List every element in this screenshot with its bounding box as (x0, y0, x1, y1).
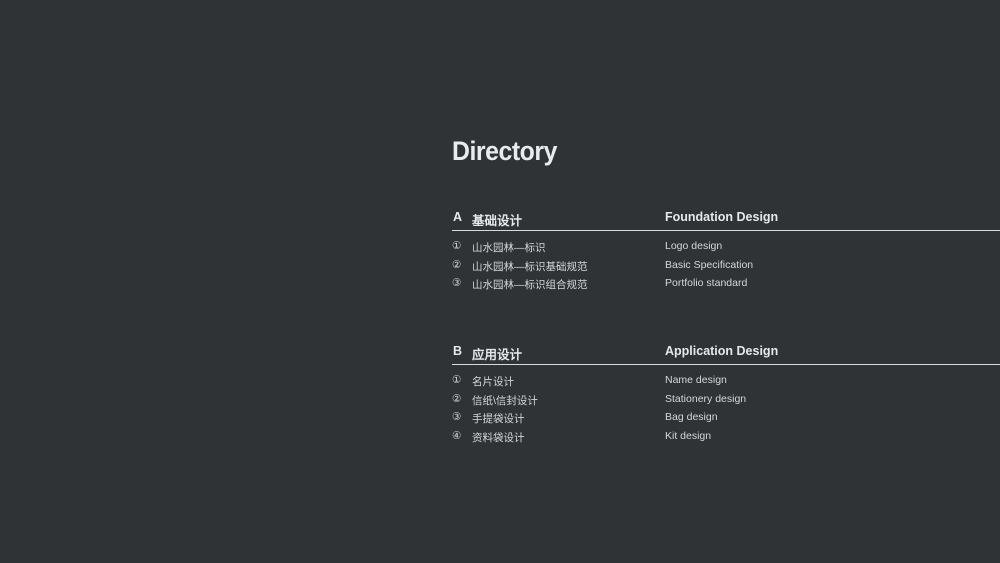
item-title-en: Basic Specification (665, 258, 754, 271)
list-item: ② 山水园林—标识基础规范 Basic Specification (452, 256, 1000, 275)
section-letter: A (453, 210, 463, 224)
item-title-cn: 手提袋设计 (472, 413, 525, 426)
page-title: Directory (452, 136, 557, 166)
list-item: ② 信纸\信封设计 Stationery design (452, 390, 1000, 409)
section-header: A 基础设计 Foundation Design (452, 208, 1000, 231)
item-number: ① (452, 374, 462, 386)
section-title-en: Foundation Design (665, 210, 779, 224)
section-title-en: Application Design (665, 344, 779, 358)
item-number: ② (452, 258, 462, 271)
section-application-design: B 应用设计 Application Design ① 名片设计 Name de… (452, 342, 1000, 445)
item-title-en: Name design (665, 374, 727, 386)
item-title-en: Kit design (665, 429, 712, 442)
item-title-en: Bag design (665, 411, 718, 424)
item-number: ③ (452, 277, 462, 290)
list-item: ④ 资料袋设计 Kit design (452, 427, 1000, 446)
section-item-list: ① 山水园林—标识 Logo design ② 山水园林—标识基础规范 Basi… (452, 237, 1000, 293)
item-title-cn: 山水园林—标识基础规范 (472, 260, 588, 273)
list-item: ① 名片设计 Name design (452, 371, 1000, 390)
section-letter: B (453, 344, 463, 358)
item-title-en: Portfolio standard (665, 277, 748, 290)
item-number: ① (452, 240, 462, 252)
list-item: ① 山水园林—标识 Logo design (452, 237, 1000, 256)
list-item: ③ 手提袋设计 Bag design (452, 408, 1000, 427)
item-title-en: Logo design (665, 240, 723, 252)
item-title-cn: 山水园林—标识组合规范 (472, 279, 588, 292)
item-number: ④ (452, 429, 462, 442)
section-header: B 应用设计 Application Design (452, 342, 1000, 365)
section-title-cn: 应用设计 (472, 348, 523, 362)
item-title-cn: 山水园林—标识 (472, 242, 546, 254)
item-number: ③ (452, 411, 462, 424)
item-number: ② (452, 392, 462, 405)
section-item-list: ① 名片设计 Name design ② 信纸\信封设计 Stationery … (452, 371, 1000, 445)
item-title-en: Stationery design (665, 392, 747, 405)
item-title-cn: 信纸\信封设计 (472, 394, 538, 407)
item-title-cn: 资料袋设计 (472, 431, 525, 444)
section-foundation-design: A 基础设计 Foundation Design ① 山水园林—标识 Logo … (452, 208, 1000, 293)
section-title-cn: 基础设计 (472, 214, 523, 228)
item-title-cn: 名片设计 (472, 376, 514, 388)
list-item: ③ 山水园林—标识组合规范 Portfolio standard (452, 274, 1000, 293)
